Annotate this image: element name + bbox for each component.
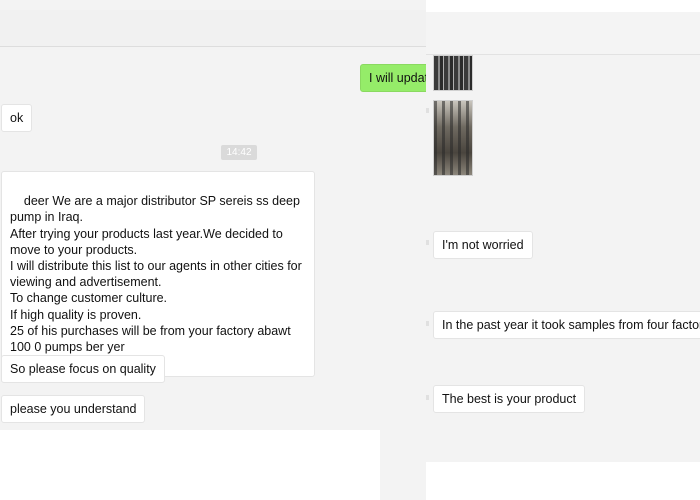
received-message-bubble[interactable]: deer We are a major distributor SP serei…: [1, 171, 315, 378]
status-marker: [426, 321, 429, 326]
pipes-photo-icon[interactable]: [433, 55, 473, 91]
window-top-strip: [426, 0, 700, 12]
left-chat-pane: I will updat ok 14:42 deer We are a majo…: [0, 0, 426, 500]
chat-header: [0, 10, 426, 47]
timestamp-badge: 14:42: [221, 145, 257, 160]
received-message-bubble[interactable]: In the past year it took samples from fo…: [433, 311, 700, 339]
message-text: The best is your product: [442, 392, 577, 406]
status-marker: [426, 240, 429, 245]
sent-message-bubble[interactable]: I will updat: [360, 64, 426, 92]
received-message-bubble[interactable]: The best is your product: [433, 385, 586, 413]
input-area[interactable]: [426, 462, 700, 500]
input-area[interactable]: [0, 430, 380, 500]
message-text: please you understand: [10, 402, 137, 416]
message-text: ok: [10, 111, 24, 125]
message-text: I will updat: [369, 71, 426, 85]
right-chat-pane: I'm not worried In the past year it took…: [426, 0, 700, 500]
message-text: I'm not worried: [442, 238, 524, 252]
chat-header: [426, 12, 700, 55]
received-message-bubble[interactable]: please you understand: [1, 395, 146, 423]
status-marker: [426, 395, 429, 400]
message-text: deer We are a major distributor SP serei…: [10, 194, 302, 355]
message-text: In the past year it took samples from fo…: [442, 318, 700, 332]
warehouse-photo-icon[interactable]: [433, 100, 473, 176]
received-message-bubble[interactable]: So please focus on quality: [1, 355, 165, 383]
received-message-bubble[interactable]: ok: [1, 104, 33, 132]
status-marker: [426, 108, 429, 113]
received-message-bubble[interactable]: I'm not worried: [433, 231, 533, 259]
message-text: So please focus on quality: [10, 362, 156, 376]
